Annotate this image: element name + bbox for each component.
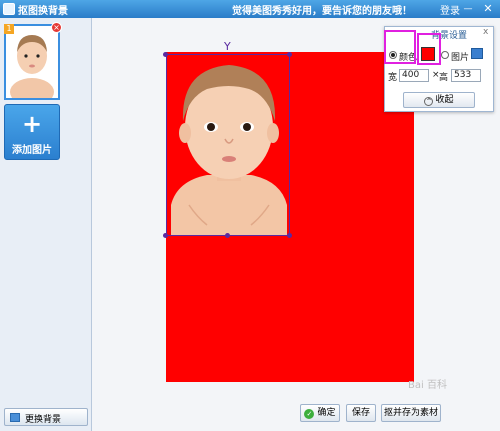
add-image-button[interactable]: + 添加图片 xyxy=(4,104,60,160)
width-input[interactable]: 400 xyxy=(399,69,429,82)
resize-handle-tr[interactable] xyxy=(287,52,292,57)
image-thumbnail[interactable]: 1 × xyxy=(4,22,62,106)
save-as-material-button[interactable]: 抠并存为素材 xyxy=(381,404,441,422)
collapse-label: 收起 xyxy=(435,95,454,105)
app-icon xyxy=(3,3,15,15)
highlight-color-swatch xyxy=(417,33,441,65)
resize-handle-tl[interactable] xyxy=(163,52,168,57)
picture-radio[interactable] xyxy=(441,51,449,59)
baby-photo-image xyxy=(167,55,289,235)
background-canvas[interactable]: Y xyxy=(163,40,414,382)
change-background-button[interactable]: 更换背景 xyxy=(4,408,88,426)
title-bar: 抠图换背景 觉得美图秀秀好用，要告诉您的朋友哦！ 登录 — ✕ xyxy=(0,0,500,18)
checkmark-icon: ✓ xyxy=(304,409,315,419)
plus-icon: + xyxy=(21,110,43,138)
thumbnail-index-badge: 1 xyxy=(4,24,14,34)
width-label: 宽 xyxy=(388,73,398,83)
close-window-button[interactable]: ✕ xyxy=(480,2,496,16)
settings-close-icon[interactable]: x xyxy=(483,27,488,37)
remove-image-icon[interactable]: × xyxy=(51,22,62,33)
watermark-logo: Bai 百科 xyxy=(408,380,447,391)
image-list-panel: 1 × + 添加图片 更换背景 xyxy=(0,18,92,431)
confirm-label: 确定 xyxy=(317,408,336,418)
height-input[interactable]: 533 xyxy=(451,69,481,82)
collapse-icon: ^ xyxy=(424,97,434,106)
resize-handle-br[interactable] xyxy=(287,233,292,238)
login-link[interactable]: 登录 xyxy=(440,2,460,17)
confirm-button[interactable]: ✓ 确定 xyxy=(300,404,340,422)
change-background-label: 更换背景 xyxy=(25,415,62,425)
background-icon xyxy=(10,413,20,422)
height-label: 高 xyxy=(439,73,449,83)
window-title: 抠图换背景 xyxy=(18,6,68,17)
resize-handle-bl[interactable] xyxy=(163,233,168,238)
rotate-handle-icon[interactable]: Y xyxy=(224,40,231,53)
add-image-label: 添加图片 xyxy=(12,145,52,156)
promo-tagline[interactable]: 觉得美图秀秀好用，要告诉您的朋友哦！ xyxy=(232,2,412,17)
save-button[interactable]: 保存 xyxy=(346,404,376,422)
picture-picker-icon[interactable] xyxy=(471,48,483,59)
cutout-photo[interactable] xyxy=(166,54,290,236)
baby-thumbnail-image xyxy=(6,26,58,106)
minimize-button[interactable]: — xyxy=(462,3,474,15)
resize-handle-bm[interactable] xyxy=(225,233,230,238)
collapse-button[interactable]: ^ 收起 xyxy=(403,92,475,108)
highlight-color-option xyxy=(384,30,416,64)
picture-option-label: 图片 xyxy=(451,53,470,63)
